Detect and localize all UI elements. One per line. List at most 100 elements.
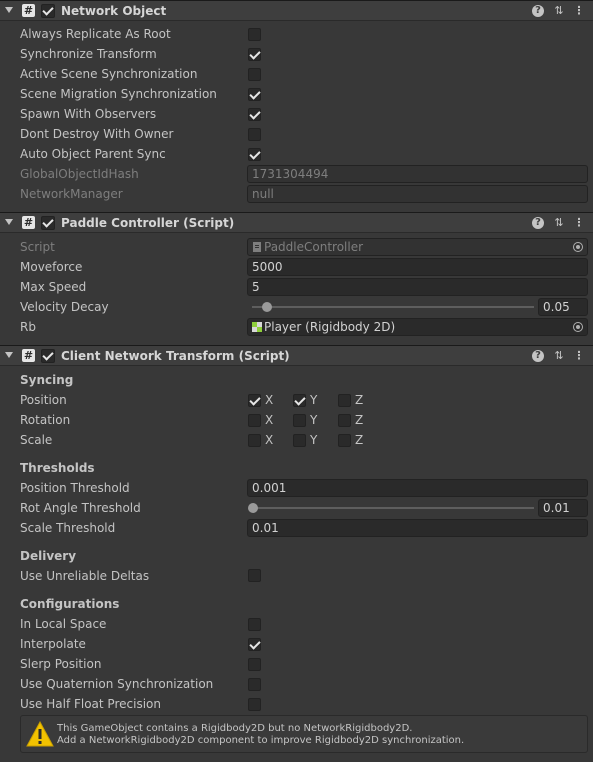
sync-y-checkbox[interactable] [293, 394, 306, 407]
preset-icon[interactable]: ⇅ [552, 216, 566, 230]
client-network-transform-enabled-checkbox[interactable] [41, 349, 55, 363]
axis-label-z: Z [355, 393, 364, 407]
network-object-option-label: Spawn With Observers [20, 107, 157, 121]
axis-label-z: Z [355, 433, 364, 447]
configurations-section-header: Configurations [20, 597, 120, 611]
script-hash-icon: # [22, 4, 35, 17]
sync-x-checkbox[interactable] [248, 414, 261, 427]
rb-value: Player (Rigidbody 2D) [264, 320, 396, 334]
preset-icon[interactable]: ⇅ [552, 349, 566, 363]
script-hash-icon: # [22, 349, 35, 362]
network-object-option-label: Synchronize Transform [20, 47, 157, 61]
object-picker-icon[interactable] [573, 242, 583, 252]
help-icon[interactable]: ? [532, 350, 544, 362]
network-object-option-checkbox[interactable] [248, 148, 261, 161]
sync-z-checkbox[interactable] [338, 414, 351, 427]
velocity-decay-input[interactable]: 0.05 [538, 298, 588, 316]
warning-text-line1: This GameObject contains a Rigidbody2D b… [57, 723, 413, 734]
config-option-label: Slerp Position [20, 657, 102, 671]
warning-text-line2: Add a NetworkRigidbody2D component to im… [57, 735, 465, 746]
config-option-checkbox[interactable] [248, 618, 261, 631]
network-object-option-checkbox[interactable] [248, 88, 261, 101]
network-object-option-label: Scene Migration Synchronization [20, 87, 217, 101]
config-option-checkbox[interactable] [248, 698, 261, 711]
axis-label-y: Y [310, 413, 318, 427]
script-field: PaddleController [247, 238, 588, 256]
slider-track [252, 306, 534, 308]
axis-label-x: X [265, 433, 274, 447]
kebab-menu-icon[interactable]: ⋮ [572, 349, 586, 363]
config-option-label: Interpolate [20, 637, 86, 651]
config-option-label: In Local Space [20, 617, 107, 631]
position-threshold-label: Position Threshold [20, 481, 130, 495]
foldout-arrow-icon[interactable] [5, 219, 13, 225]
network-object-option-label: Auto Object Parent Sync [20, 147, 166, 161]
network-object-option-checkbox[interactable] [248, 48, 261, 61]
axis-label-y: Y [310, 433, 318, 447]
axis-label-x: X [265, 393, 274, 407]
foldout-arrow-icon[interactable] [5, 352, 13, 358]
axis-label-x: X [265, 413, 274, 427]
network-object-option-checkbox[interactable] [248, 108, 261, 121]
sync-y-checkbox[interactable] [293, 414, 306, 427]
component-title: Network Object [61, 4, 167, 18]
rb-label: Rb [20, 320, 36, 334]
config-option-label: Use Quaternion Synchronization [20, 677, 214, 691]
velocity-decay-slider[interactable] [252, 298, 534, 316]
rot-angle-threshold-input[interactable]: 0.01 [538, 499, 588, 517]
moveforce-input[interactable]: 5000 [247, 258, 588, 276]
foldout-arrow-icon[interactable] [5, 7, 13, 13]
script-value: PaddleController [264, 240, 364, 254]
sync-z-checkbox[interactable] [338, 434, 351, 447]
network-manager-label: NetworkManager [20, 187, 123, 201]
warning-helpbox: This GameObject contains a Rigidbody2D b… [20, 715, 588, 753]
network-object-option-label: Always Replicate As Root [20, 27, 171, 41]
use-unreliable-deltas-checkbox[interactable] [248, 569, 261, 582]
network-object-header[interactable]: # Network Object ? ⇅ ⋮ [0, 0, 593, 21]
rot-angle-threshold-label: Rot Angle Threshold [20, 501, 141, 515]
max-speed-label: Max Speed [20, 280, 87, 294]
help-icon[interactable]: ? [532, 5, 544, 17]
network-object-option-label: Dont Destroy With Owner [20, 127, 174, 141]
config-option-checkbox[interactable] [248, 678, 261, 691]
network-object-option-checkbox[interactable] [248, 28, 261, 41]
kebab-menu-icon[interactable]: ⋮ [572, 216, 586, 230]
rigidbody2d-icon [252, 322, 262, 332]
scale-threshold-input[interactable]: 0.01 [247, 519, 588, 537]
sync-row-label: Rotation [20, 413, 71, 427]
config-option-checkbox[interactable] [248, 638, 261, 651]
rb-field[interactable]: Player (Rigidbody 2D) [247, 318, 588, 336]
help-icon[interactable]: ? [532, 217, 544, 229]
position-threshold-input[interactable]: 0.001 [247, 479, 588, 497]
sync-x-checkbox[interactable] [248, 394, 261, 407]
client-network-transform-header[interactable]: # Client Network Transform (Script) ? ⇅ … [0, 345, 593, 366]
sync-z-checkbox[interactable] [338, 394, 351, 407]
delivery-section-header: Delivery [20, 549, 77, 563]
kebab-menu-icon[interactable]: ⋮ [572, 4, 586, 18]
use-unreliable-deltas-label: Use Unreliable Deltas [20, 569, 150, 583]
sync-row-label: Scale [20, 433, 53, 447]
config-option-checkbox[interactable] [248, 658, 261, 671]
rot-angle-threshold-slider[interactable] [248, 499, 534, 517]
syncing-section-header: Syncing [20, 373, 74, 387]
object-picker-icon[interactable] [573, 322, 583, 332]
script-label: Script [20, 240, 55, 254]
slider-knob[interactable] [248, 503, 258, 513]
paddle-controller-header[interactable]: # Paddle Controller (Script) ? ⇅ ⋮ [0, 212, 593, 233]
component-title: Paddle Controller (Script) [61, 216, 235, 230]
sync-row-label: Position [20, 393, 67, 407]
network-object-option-checkbox[interactable] [248, 68, 261, 81]
network-object-enabled-checkbox[interactable] [41, 4, 55, 18]
sync-y-checkbox[interactable] [293, 434, 306, 447]
slider-track [252, 507, 534, 509]
preset-icon[interactable]: ⇅ [552, 4, 566, 18]
axis-label-z: Z [355, 413, 364, 427]
scale-threshold-label: Scale Threshold [20, 521, 116, 535]
sync-x-checkbox[interactable] [248, 434, 261, 447]
paddle-controller-enabled-checkbox[interactable] [41, 216, 55, 230]
slider-knob[interactable] [262, 302, 272, 312]
axis-label-y: Y [310, 393, 318, 407]
config-option-label: Use Half Float Precision [20, 697, 161, 711]
network-object-option-checkbox[interactable] [248, 128, 261, 141]
max-speed-input[interactable]: 5 [247, 278, 588, 296]
